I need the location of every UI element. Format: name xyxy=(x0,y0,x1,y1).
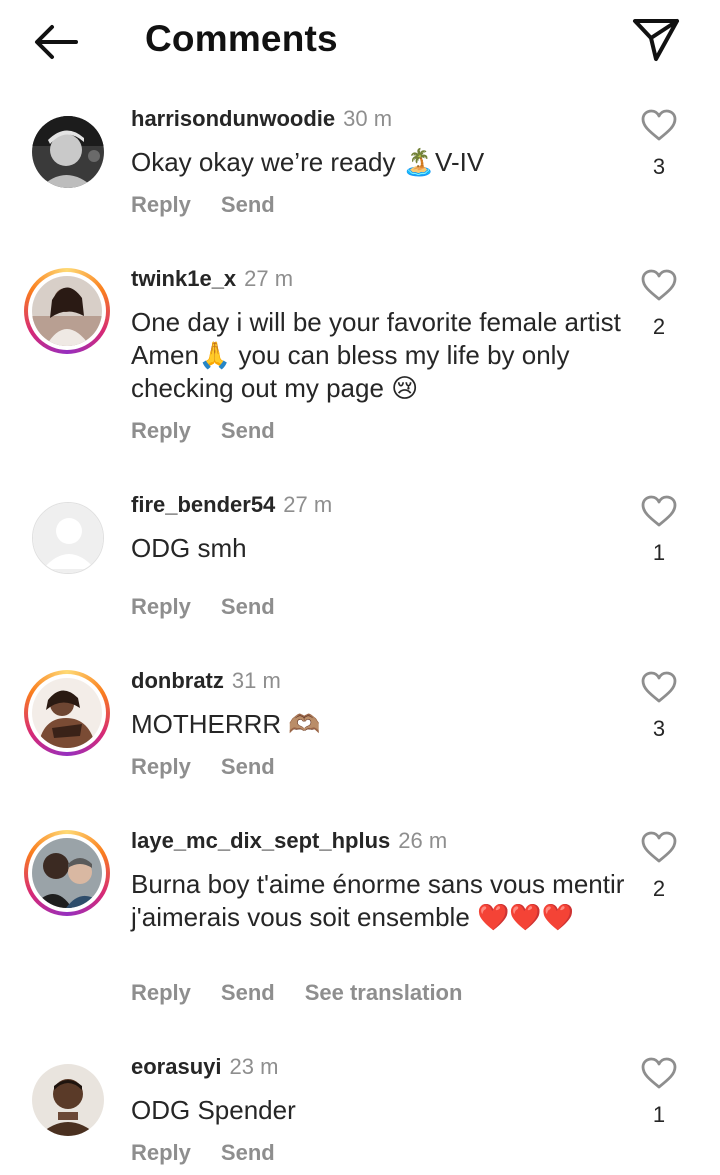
default-avatar-icon xyxy=(33,503,103,573)
comment-text: ODG Spender xyxy=(131,1095,296,1125)
comment-text: One day i will be your favorite female a… xyxy=(131,307,621,403)
heart-icon xyxy=(641,1057,677,1089)
comment-time: 27 m xyxy=(283,492,333,517)
comment-text: Okay okay we’re ready 🏝️V-IV xyxy=(131,147,485,177)
like-count: 3 xyxy=(652,154,666,179)
like-button[interactable] xyxy=(640,1056,678,1090)
comment-time: 27 m xyxy=(244,266,294,291)
like-count: 2 xyxy=(652,876,666,901)
comment-item: twink1e_x 27 m One day i will be your fav… xyxy=(0,260,720,460)
reply-button[interactable]: Reply xyxy=(131,754,191,779)
send-button[interactable]: Send xyxy=(221,418,275,443)
header-bar: Comments xyxy=(0,0,720,84)
comment-username[interactable]: harrisondunwoodie xyxy=(131,106,335,131)
share-button[interactable] xyxy=(630,16,682,64)
avatar[interactable] xyxy=(24,830,110,916)
comment-time: 23 m xyxy=(229,1054,279,1079)
avatar[interactable] xyxy=(32,502,104,574)
send-button[interactable]: Send xyxy=(221,192,275,217)
like-button[interactable] xyxy=(640,108,678,142)
comment-item: fire_bender54 27 m ODG smh Reply Send 1 xyxy=(0,486,720,636)
comment-item: laye_mc_dix_sept_hplus 26 m Burna boy t'a… xyxy=(0,822,720,1022)
comment-time: 26 m xyxy=(398,828,448,853)
heart-icon xyxy=(641,109,677,141)
comment-time: 30 m xyxy=(343,106,393,131)
comment-username[interactable]: donbratz xyxy=(131,668,224,693)
like-button[interactable] xyxy=(640,494,678,528)
reply-button[interactable]: Reply xyxy=(131,1140,191,1165)
avatar[interactable] xyxy=(32,116,104,188)
reply-button[interactable]: Reply xyxy=(131,192,191,217)
like-button[interactable] xyxy=(640,670,678,704)
back-button[interactable] xyxy=(28,20,84,64)
reply-button[interactable]: Reply xyxy=(131,418,191,443)
like-button[interactable] xyxy=(640,268,678,302)
send-button[interactable]: Send xyxy=(221,754,275,779)
reply-button[interactable]: Reply xyxy=(131,594,191,619)
comment-username[interactable]: eorasuyi xyxy=(131,1054,222,1079)
heart-icon xyxy=(641,495,677,527)
avatar[interactable] xyxy=(24,268,110,354)
comment-text: MOTHERRR 🫶🏽 xyxy=(131,709,321,739)
page-title: Comments xyxy=(145,18,338,59)
paper-plane-icon xyxy=(633,19,679,61)
like-count: 3 xyxy=(652,716,666,741)
send-button[interactable]: Send xyxy=(221,1140,275,1165)
send-button[interactable]: Send xyxy=(221,594,275,619)
comment-username[interactable]: fire_bender54 xyxy=(131,492,275,517)
heart-icon xyxy=(641,671,677,703)
like-count: 1 xyxy=(652,540,666,565)
like-count: 1 xyxy=(652,1102,666,1127)
comment-text: ODG smh xyxy=(131,533,247,563)
heart-icon xyxy=(641,269,677,301)
comment-item: harrisondunwoodie 30 m Okay okay we’re re… xyxy=(0,100,720,230)
like-count: 2 xyxy=(652,314,666,339)
comment-text: Burna boy t'aime énorme sans vous mentir… xyxy=(131,869,625,932)
heart-icon xyxy=(641,831,677,863)
like-button[interactable] xyxy=(640,830,678,864)
comment-username[interactable]: laye_mc_dix_sept_hplus xyxy=(131,828,390,853)
comment-time: 31 m xyxy=(231,668,281,693)
avatar[interactable] xyxy=(24,670,110,756)
arrow-left-icon xyxy=(35,25,78,59)
reply-button[interactable]: Reply xyxy=(131,980,191,1005)
comment-item: donbratz 31 m MOTHERRR 🫶🏽 Reply Send 3 xyxy=(0,662,720,792)
send-button[interactable]: Send xyxy=(221,980,275,1005)
see-translation-button[interactable]: See translation xyxy=(305,980,463,1005)
avatar[interactable] xyxy=(32,1064,104,1136)
comment-item: eorasuyi 23 m ODG Spender Reply Send 1 xyxy=(0,1048,720,1175)
comment-username[interactable]: twink1e_x xyxy=(131,266,236,291)
